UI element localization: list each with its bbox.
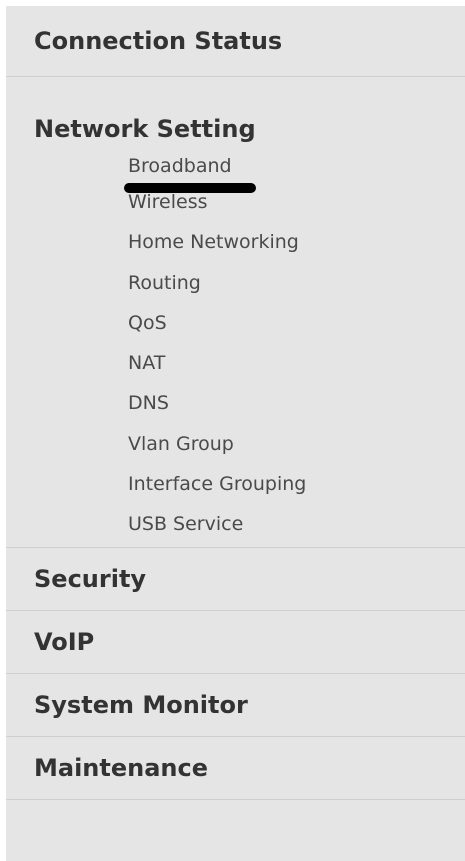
menu-section-voip: VoIP <box>6 611 465 674</box>
network-setting-submenu: Broadband Wireless Home Networking Routi… <box>6 143 465 547</box>
submenu-item-qos[interactable]: QoS <box>6 303 465 343</box>
navigation-menu: Connection Status Network Setting Broadb… <box>6 6 465 861</box>
menu-header-maintenance[interactable]: Maintenance <box>6 737 465 799</box>
submenu-item-wireless[interactable]: Wireless <box>6 182 465 222</box>
menu-section-connection-status: Connection Status <box>6 6 465 77</box>
menu-header-voip[interactable]: VoIP <box>6 611 465 673</box>
menu-header-system-monitor[interactable]: System Monitor <box>6 674 465 736</box>
menu-section-system-monitor: System Monitor <box>6 674 465 737</box>
menu-header-connection-status[interactable]: Connection Status <box>6 6 465 76</box>
submenu-item-usb-service[interactable]: USB Service <box>6 504 465 544</box>
submenu-item-interface-grouping[interactable]: Interface Grouping <box>6 464 465 504</box>
submenu-item-broadband[interactable]: Broadband <box>6 150 465 193</box>
submenu-item-nat[interactable]: NAT <box>6 343 465 383</box>
broadband-label: Broadband <box>128 155 232 177</box>
submenu-item-home-networking[interactable]: Home Networking <box>6 222 465 262</box>
menu-section-security: Security <box>6 548 465 611</box>
submenu-item-vlan-group[interactable]: Vlan Group <box>6 424 465 464</box>
submenu-item-label: Broadband <box>124 150 256 193</box>
menu-header-security[interactable]: Security <box>6 548 465 610</box>
menu-section-maintenance: Maintenance <box>6 737 465 800</box>
menu-section-network-setting: Network Setting Broadband Wireless Home … <box>6 77 465 548</box>
submenu-item-dns[interactable]: DNS <box>6 383 465 423</box>
submenu-item-routing[interactable]: Routing <box>6 263 465 303</box>
menu-header-network-setting[interactable]: Network Setting <box>6 77 465 143</box>
